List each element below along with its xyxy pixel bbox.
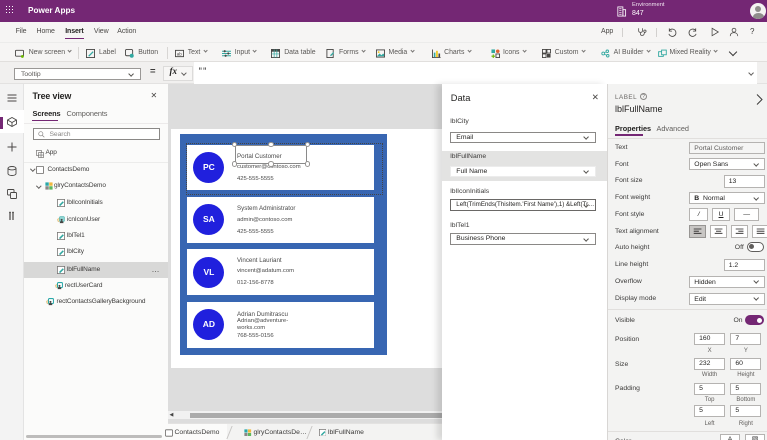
svg-text:ab: ab — [176, 51, 182, 56]
